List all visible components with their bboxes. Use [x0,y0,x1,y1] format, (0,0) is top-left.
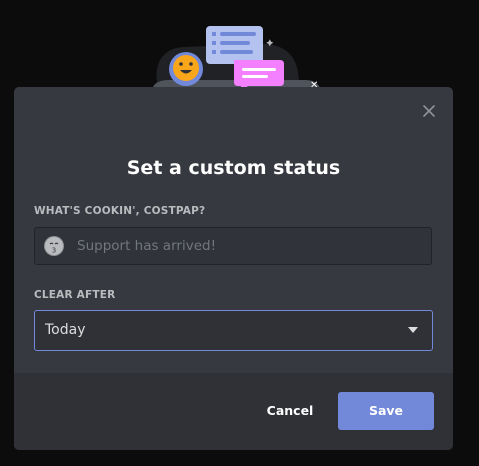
save-button[interactable]: Save [338,392,434,430]
chevron-down-icon [408,327,418,333]
dialog-title: Set a custom status [126,157,341,179]
emoji-icon[interactable]: 3 [44,236,64,256]
clear-after-label: CLEAR AFTER [34,289,116,301]
close-icon[interactable] [419,101,439,121]
clear-after-selected-value: Today [45,322,86,338]
cancel-button[interactable]: Cancel [258,392,322,430]
svg-text:3: 3 [52,247,56,255]
clear-after-select[interactable]: Today [34,310,433,351]
status-field-label: WHAT'S COOKIN', COSTPAP? [34,205,206,217]
status-input[interactable] [77,228,417,264]
status-input-container: 3 [34,227,432,265]
